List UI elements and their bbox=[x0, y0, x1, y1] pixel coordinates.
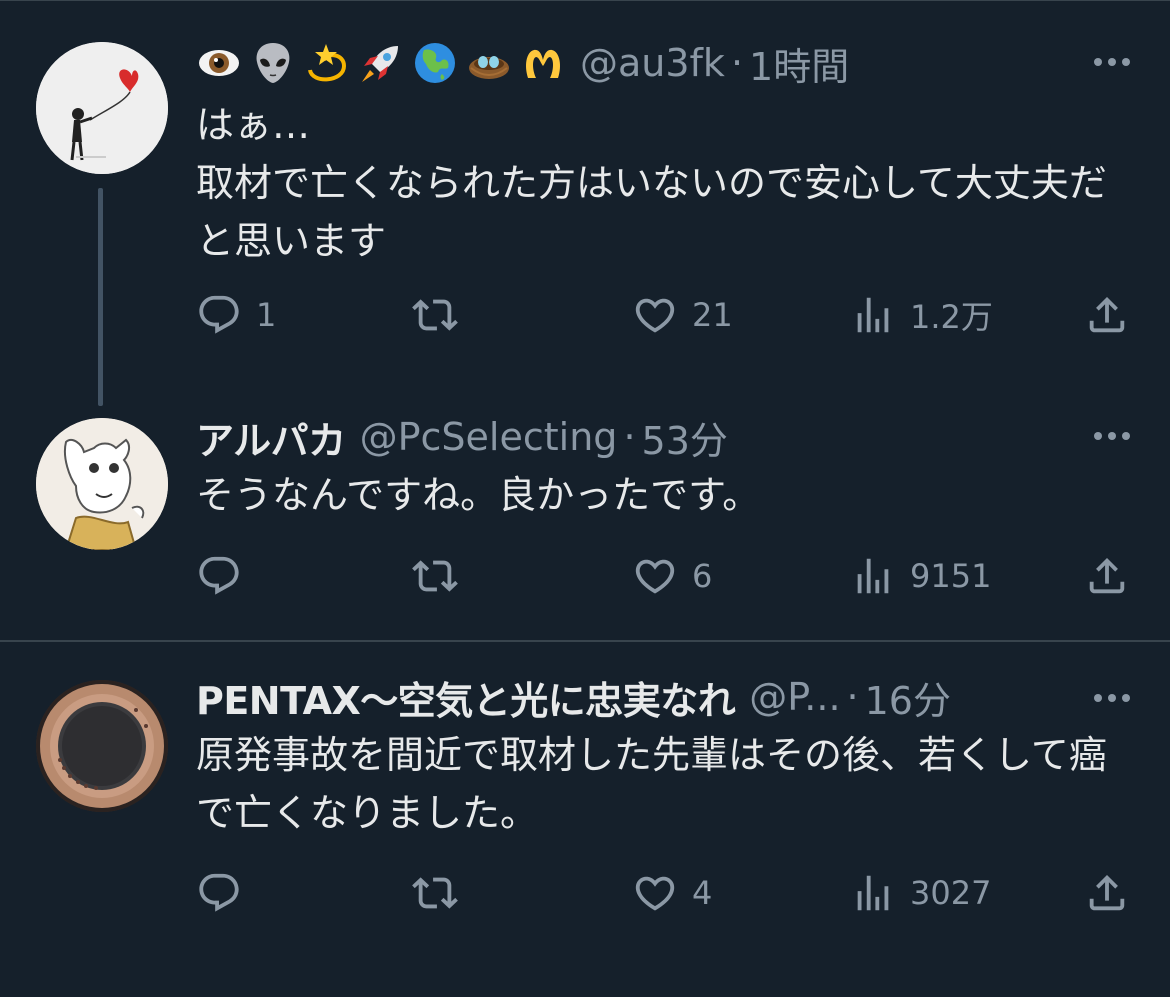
view-count: 9151 bbox=[910, 557, 992, 595]
separator-dot: · bbox=[846, 675, 859, 719]
heart-hands-icon bbox=[520, 40, 566, 86]
share-button[interactable] bbox=[1084, 290, 1130, 340]
tweet-header: @au3fk · 1時間 bbox=[196, 36, 849, 91]
retweet-button[interactable] bbox=[412, 868, 472, 918]
reply-button[interactable] bbox=[196, 551, 256, 601]
separator-dot: · bbox=[623, 415, 636, 459]
timestamp[interactable]: 16分 bbox=[865, 670, 951, 725]
tweet-actions: 4 3027 bbox=[196, 868, 1136, 918]
share-button[interactable] bbox=[1084, 868, 1130, 918]
tweet-header: PENTAX〜空気と光に忠実なれ @P... · 16分 bbox=[196, 670, 951, 725]
like-count: 21 bbox=[692, 296, 733, 334]
reply-icon bbox=[196, 870, 242, 916]
like-button[interactable]: 21 bbox=[632, 290, 733, 340]
tweet-text: 原発事故を間近で取材した先輩はその後、若くして癌で亡くなりました。 bbox=[196, 733, 1107, 835]
tweet-text: そうなんですね。良かったです。 bbox=[196, 473, 761, 517]
timestamp[interactable]: 53分 bbox=[642, 410, 728, 465]
view-count: 3027 bbox=[910, 874, 992, 912]
like-count: 6 bbox=[692, 557, 713, 595]
views-bar-icon bbox=[850, 553, 896, 599]
share-icon bbox=[1084, 553, 1130, 599]
retweet-icon bbox=[412, 553, 458, 599]
heart-icon bbox=[632, 292, 678, 338]
views-bar-icon bbox=[850, 870, 896, 916]
views-button[interactable]: 1.2万 bbox=[850, 290, 993, 340]
avatar[interactable] bbox=[36, 42, 168, 174]
heart-icon bbox=[632, 553, 678, 599]
retweet-button[interactable] bbox=[412, 551, 472, 601]
view-count: 1.2万 bbox=[910, 298, 993, 336]
more-dots-icon[interactable] bbox=[1094, 694, 1130, 702]
dizzy-icon bbox=[304, 40, 350, 86]
views-button[interactable]: 9151 bbox=[850, 551, 991, 601]
views-button[interactable]: 3027 bbox=[850, 868, 991, 918]
like-button[interactable]: 4 bbox=[632, 868, 712, 918]
retweet-icon bbox=[412, 870, 458, 916]
tweet-header: アルパカ @PcSelecting · 53分 bbox=[196, 410, 728, 465]
tweet-actions: 1 21 1.2万 bbox=[196, 290, 1136, 340]
views-bar-icon bbox=[850, 292, 896, 338]
more-dots-icon[interactable] bbox=[1094, 432, 1130, 440]
user-handle[interactable]: @P... bbox=[749, 675, 840, 719]
like-button[interactable]: 6 bbox=[632, 551, 712, 601]
tweet-actions: 6 9151 bbox=[196, 551, 1136, 601]
reply-button[interactable] bbox=[196, 868, 256, 918]
user-handle[interactable]: @PcSelecting bbox=[360, 415, 618, 459]
timestamp[interactable]: 1時間 bbox=[749, 36, 849, 91]
display-name-emojis[interactable] bbox=[196, 40, 566, 86]
user-handle[interactable]: @au3fk bbox=[580, 41, 725, 85]
share-icon bbox=[1084, 870, 1130, 916]
avatar[interactable] bbox=[36, 418, 168, 550]
reply-icon bbox=[196, 292, 242, 338]
share-button[interactable] bbox=[1084, 551, 1130, 601]
globe-asia-icon bbox=[412, 40, 458, 86]
display-name[interactable]: PENTAX〜空気と光に忠実なれ bbox=[196, 670, 736, 725]
more-dots-icon[interactable] bbox=[1094, 58, 1130, 66]
display-name[interactable]: アルパカ bbox=[196, 410, 346, 465]
avatar[interactable] bbox=[36, 680, 168, 812]
tweet-text: はぁ… 取材で亡くなられた方はいないので安心して大丈夫だと思います bbox=[196, 103, 1107, 263]
alien-icon bbox=[250, 40, 296, 86]
rocket-icon bbox=[358, 40, 404, 86]
retweet-button[interactable] bbox=[412, 290, 472, 340]
share-icon bbox=[1084, 292, 1130, 338]
heart-icon bbox=[632, 870, 678, 916]
retweet-icon bbox=[412, 292, 458, 338]
like-count: 4 bbox=[692, 874, 713, 912]
nest-with-eggs-icon bbox=[466, 40, 512, 86]
reply-icon bbox=[196, 553, 242, 599]
reply-count: 1 bbox=[256, 296, 277, 334]
separator-dot: · bbox=[730, 41, 744, 85]
reply-button[interactable]: 1 bbox=[196, 290, 276, 340]
eye-icon bbox=[196, 40, 242, 86]
